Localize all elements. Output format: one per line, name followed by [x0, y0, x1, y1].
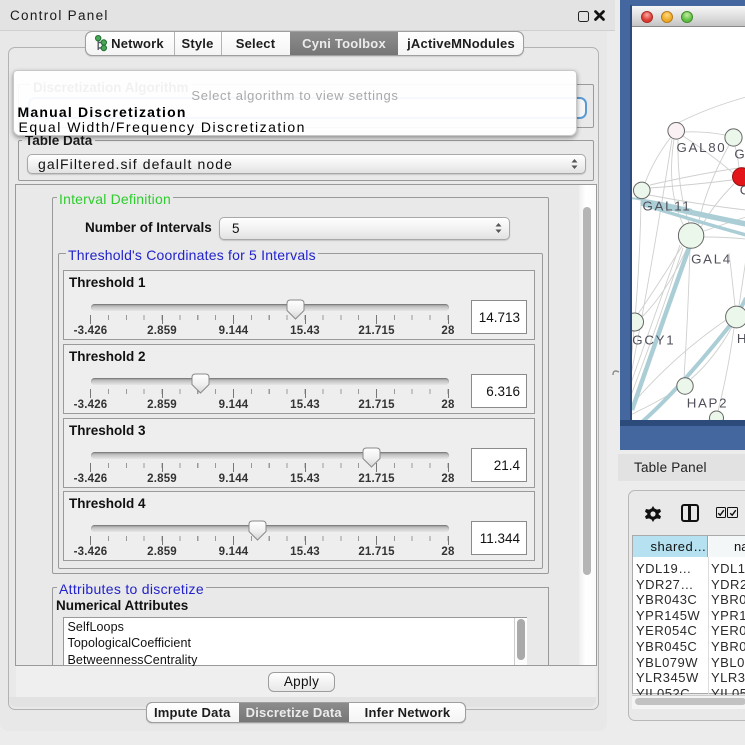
svg-text:GAL4: GAL4 [691, 252, 732, 267]
svg-text:GCY1: GCY1 [632, 333, 675, 348]
svg-text:C: C [739, 183, 745, 198]
svg-text:GAL11: GAL11 [642, 199, 691, 214]
svg-text:GAL80: GAL80 [676, 140, 726, 155]
svg-text:HAP2: HAP2 [686, 396, 728, 411]
svg-text:GA: GA [734, 147, 745, 162]
svg-text:H: H [736, 331, 745, 346]
